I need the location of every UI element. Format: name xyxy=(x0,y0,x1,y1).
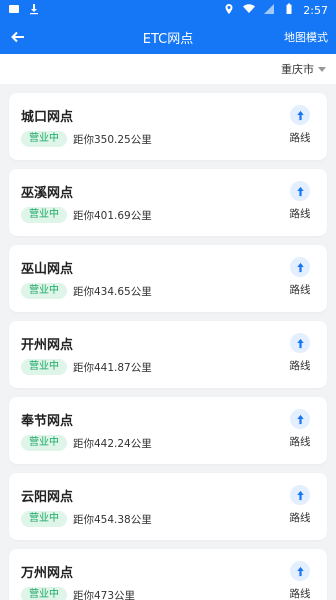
status-badge: 营业中 xyxy=(21,435,67,451)
map-mode-button[interactable]: 地图模式 xyxy=(284,29,328,45)
outlet-card[interactable]: 云阳网点营业中 距你454.38公里 路线 xyxy=(9,473,327,540)
battery-icon xyxy=(283,3,295,18)
status-badge: 营业中 xyxy=(21,359,67,375)
outlet-card[interactable]: 巫山网点营业中 距你434.65公里 路线 xyxy=(9,245,327,312)
image-notification-icon xyxy=(8,3,20,18)
signal-icon xyxy=(263,3,275,18)
route-label: 路线 xyxy=(289,208,311,220)
outlet-name: 巫溪网点 xyxy=(21,186,74,201)
outlet-name: 万州网点 xyxy=(21,566,74,581)
back-arrow-icon xyxy=(11,31,24,43)
route-label: 路线 xyxy=(289,284,311,296)
outlet-name: 巫山网点 xyxy=(21,262,74,277)
outlet-name: 城口网点 xyxy=(21,110,74,125)
route-label: 路线 xyxy=(289,132,311,144)
outlet-distance: 距你473公里 xyxy=(73,590,136,600)
status-badge: 营业中 xyxy=(21,207,67,223)
outlet-card[interactable]: 巫溪网点营业中 距你401.69公里 路线 xyxy=(9,169,327,236)
route-button[interactable]: 路线 xyxy=(285,257,315,297)
outlet-card[interactable]: 开州网点营业中 距你441.87公里 路线 xyxy=(9,321,327,388)
location-icon xyxy=(223,3,235,18)
navigation-arrow-icon xyxy=(290,257,310,277)
navigation-arrow-icon xyxy=(290,105,310,125)
navigation-arrow-icon xyxy=(290,561,310,581)
route-button[interactable]: 路线 xyxy=(285,105,315,145)
back-button[interactable] xyxy=(0,20,36,54)
outlet-card[interactable]: 万州网点营业中 距你473公里 路线 xyxy=(9,549,327,600)
status-bar: 2:57 xyxy=(0,0,336,20)
status-badge: 营业中 xyxy=(21,283,67,299)
status-badge: 营业中 xyxy=(21,131,67,147)
outlet-name: 云阳网点 xyxy=(21,490,74,505)
outlet-card[interactable]: 城口网点营业中 距你350.25公里 路线 xyxy=(9,93,327,160)
app-bar: ETC网点 地图模式 xyxy=(0,20,336,54)
navigation-arrow-icon xyxy=(290,181,310,201)
route-button[interactable]: 路线 xyxy=(285,181,315,221)
route-label: 路线 xyxy=(289,512,311,524)
route-label: 路线 xyxy=(289,360,311,372)
status-badge: 营业中 xyxy=(21,511,67,527)
outlet-distance: 距你434.65公里 xyxy=(73,286,152,298)
download-notification-icon xyxy=(28,3,40,18)
route-label: 路线 xyxy=(289,588,311,600)
route-label: 路线 xyxy=(289,436,311,448)
outlet-name: 开州网点 xyxy=(21,338,74,353)
city-selector[interactable]: 重庆市 xyxy=(281,61,326,77)
route-button[interactable]: 路线 xyxy=(285,409,315,449)
status-badge: 营业中 xyxy=(21,587,67,600)
city-selector-label: 重庆市 xyxy=(281,63,314,76)
outlet-distance: 距你350.25公里 xyxy=(73,134,152,146)
chevron-down-icon xyxy=(318,67,326,72)
outlet-name: 奉节网点 xyxy=(21,414,74,429)
clock-time: 2:57 xyxy=(303,3,328,17)
outlet-distance: 距你401.69公里 xyxy=(73,210,152,222)
navigation-arrow-icon xyxy=(290,333,310,353)
navigation-arrow-icon xyxy=(290,409,310,429)
filter-bar: 重庆市 xyxy=(0,54,336,84)
wifi-icon xyxy=(243,3,256,18)
outlet-card[interactable]: 奉节网点营业中 距你442.24公里 路线 xyxy=(9,397,327,464)
outlet-distance: 距你441.87公里 xyxy=(73,362,152,374)
outlet-distance: 距你454.38公里 xyxy=(73,514,152,526)
outlet-distance: 距你442.24公里 xyxy=(73,438,152,450)
route-button[interactable]: 路线 xyxy=(285,561,315,600)
route-button[interactable]: 路线 xyxy=(285,333,315,373)
navigation-arrow-icon xyxy=(290,485,310,505)
route-button[interactable]: 路线 xyxy=(285,485,315,525)
